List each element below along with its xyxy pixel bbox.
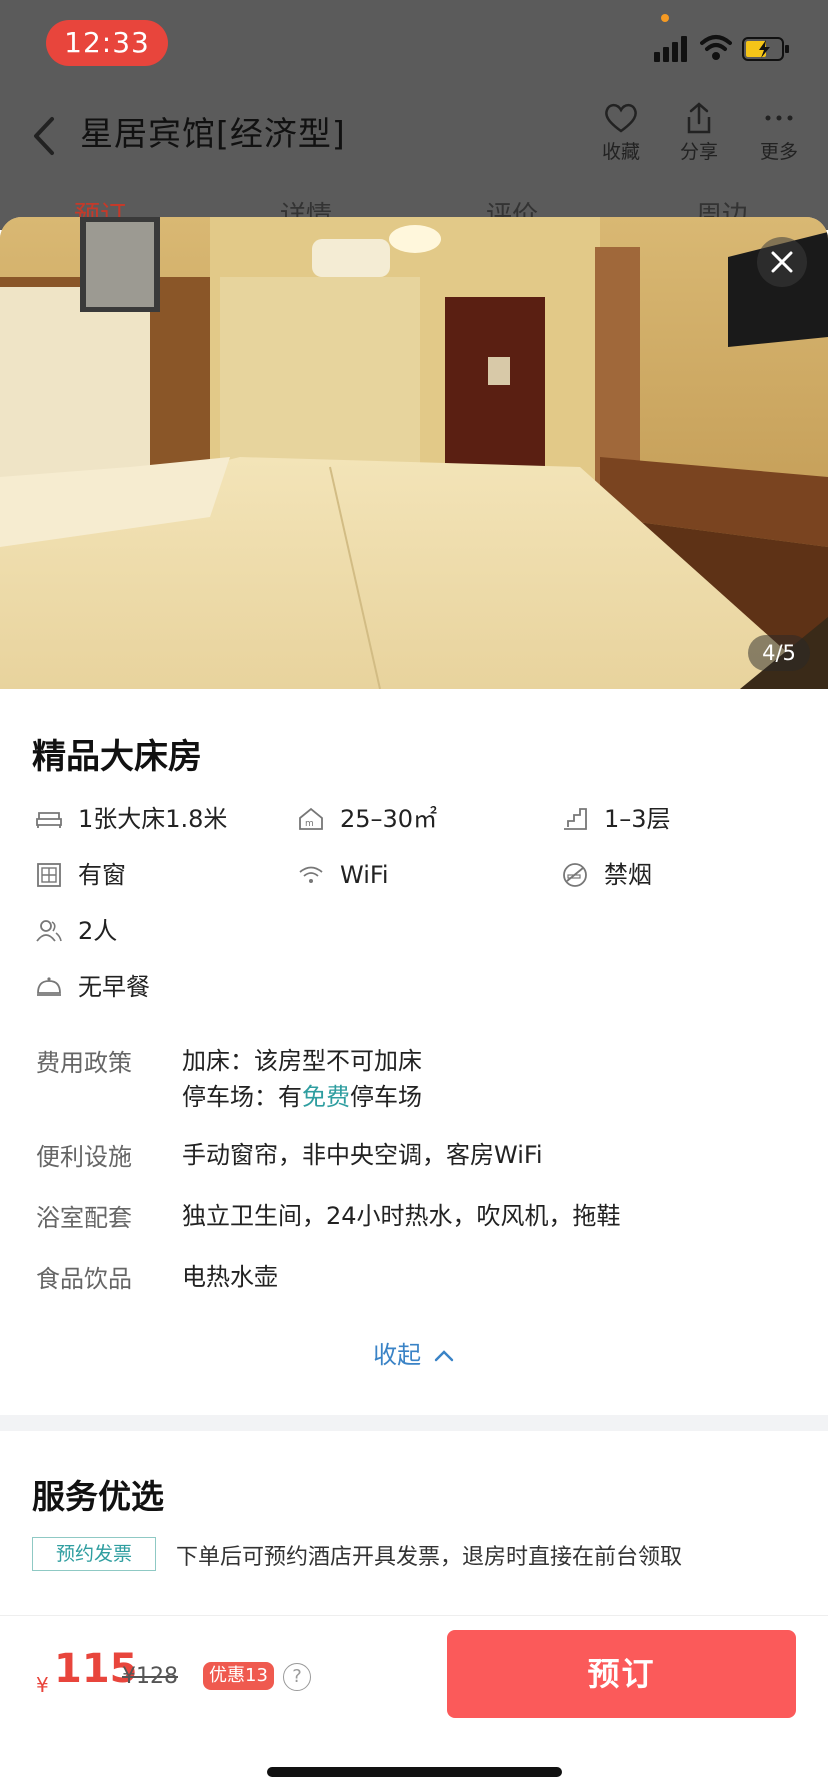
- feature-wifi-label: WiFi: [340, 861, 389, 889]
- battery-charging-icon: [742, 37, 789, 61]
- extra-bed-policy: 加床：该房型不可加床: [182, 1047, 422, 1075]
- photo-counter: 4/5: [748, 635, 810, 671]
- status-time: 12:33: [46, 20, 168, 66]
- parking-suffix: 停车场: [350, 1083, 422, 1111]
- food-row: 食品饮品 电热水壶: [36, 1259, 796, 1299]
- feature-no-smoking: 禁烟: [562, 855, 762, 895]
- feature-bed-label: 1张大床1.8米: [78, 805, 228, 833]
- wifi-icon: [299, 866, 323, 883]
- feature-window: 有窗: [36, 855, 266, 895]
- amenities-label: 便利设施: [36, 1143, 132, 1171]
- no-smoking-icon: [563, 863, 587, 887]
- favorite-button[interactable]: 收藏: [586, 101, 656, 164]
- home-indicator[interactable]: [267, 1767, 562, 1777]
- more-icon: [765, 115, 793, 121]
- wifi-status-icon: [700, 35, 732, 60]
- parking-prefix: 停车场：有: [182, 1083, 302, 1111]
- discount-badge[interactable]: 优惠13: [203, 1662, 274, 1690]
- favorite-label: 收藏: [601, 141, 640, 163]
- share-button[interactable]: 分享: [664, 101, 734, 164]
- more-label: 更多: [759, 141, 798, 163]
- guests-icon: [36, 920, 62, 942]
- feature-wifi: WiFi: [298, 855, 518, 895]
- hotel-room-detail-page: 12:33 星居宾馆[经济型] 收藏 分享 更多 预订 详情 评价 周边 4/5…: [0, 0, 828, 1792]
- hotel-name-title: 星居宾馆[经济型]: [80, 114, 346, 153]
- back-arrow-icon[interactable]: [30, 113, 60, 159]
- heart-icon: [605, 103, 637, 133]
- room-photo-illustration: [0, 217, 828, 689]
- fee-policy-label: 费用政策: [36, 1049, 132, 1077]
- breakfast-icon: [37, 977, 61, 996]
- collapse-label: 收起: [373, 1341, 422, 1369]
- feature-floor-label: 1–3层: [604, 805, 671, 833]
- feature-window-label: 有窗: [78, 861, 126, 889]
- food-label: 食品饮品: [36, 1265, 132, 1293]
- book-button[interactable]: 预订: [447, 1630, 796, 1718]
- floor-icon: [564, 808, 587, 830]
- feature-bed: 1张大床1.8米: [36, 799, 266, 839]
- fee-policy-row: 费用政策 加床：该房型不可加床 停车场：有免费停车场: [36, 1043, 796, 1115]
- feature-area: m 25–30㎡: [298, 799, 518, 839]
- close-photo-button[interactable]: [757, 237, 807, 287]
- bathroom-row: 浴室配套 独立卫生间，24小时热水，吹风机，拖鞋: [36, 1198, 796, 1238]
- invoice-description: 下单后可预约酒店开具发票，退房时直接在前台领取: [176, 1545, 683, 1570]
- share-icon: [687, 102, 711, 134]
- parking-policy: 停车场：有免费停车场: [182, 1079, 422, 1115]
- window-icon: [37, 863, 61, 887]
- room-photo[interactable]: 4/5: [0, 217, 828, 689]
- parking-free-highlight: 免费: [302, 1083, 350, 1111]
- cellular-signal-icon: [654, 36, 687, 62]
- close-icon: [771, 251, 793, 273]
- feature-guests-label: 2人: [78, 917, 118, 945]
- amenities-row: 便利设施 手动窗帘，非中央空调，客房WiFi: [36, 1137, 796, 1177]
- feature-breakfast-label: 无早餐: [78, 973, 150, 1001]
- feature-floor: 1–3层: [562, 799, 762, 839]
- amenities-value: 手动窗帘，非中央空调，客房WiFi: [182, 1141, 543, 1169]
- services-title: 服务优选: [32, 1477, 164, 1516]
- svg-text:m: m: [305, 819, 314, 829]
- feature-area-label: 25–30㎡: [340, 805, 438, 833]
- section-divider: [0, 1415, 828, 1431]
- bathroom-label: 浴室配套: [36, 1204, 132, 1232]
- more-button[interactable]: 更多: [744, 101, 814, 164]
- bed-icon: [36, 812, 62, 828]
- privacy-indicator-dot: [661, 14, 669, 22]
- invoice-tag: 预约发票: [32, 1537, 156, 1571]
- price-help-icon[interactable]: ?: [283, 1663, 311, 1691]
- share-label: 分享: [679, 141, 718, 163]
- original-price: ¥128: [122, 1664, 178, 1689]
- feature-no-smoking-label: 禁烟: [604, 861, 652, 889]
- feature-breakfast: 无早餐: [36, 967, 266, 1007]
- room-detail-sheet: 4/5 精品大床房 1张大床1.8米 m 25–30㎡ 1–3层 有窗 WiFi…: [0, 217, 828, 1792]
- area-icon: m: [299, 807, 323, 830]
- status-bar: 12:33: [0, 0, 828, 90]
- food-value: 电热水壶: [182, 1263, 278, 1291]
- navigation-bar: 星居宾馆[经济型] 收藏 分享 更多: [0, 95, 828, 185]
- collapse-toggle[interactable]: 收起: [0, 1335, 828, 1370]
- chevron-up-icon: [434, 1350, 454, 1362]
- bathroom-value: 独立卫生间，24小时热水，吹风机，拖鞋: [182, 1202, 621, 1230]
- currency-symbol: ¥: [36, 1673, 49, 1697]
- fee-policy-value: 加床：该房型不可加床 停车场：有免费停车场: [182, 1043, 422, 1115]
- feature-guests: 2人: [36, 911, 266, 951]
- booking-bar: ¥ 115 ¥128 优惠13 ? 预订: [0, 1615, 828, 1792]
- room-type-title: 精品大床房: [32, 737, 202, 777]
